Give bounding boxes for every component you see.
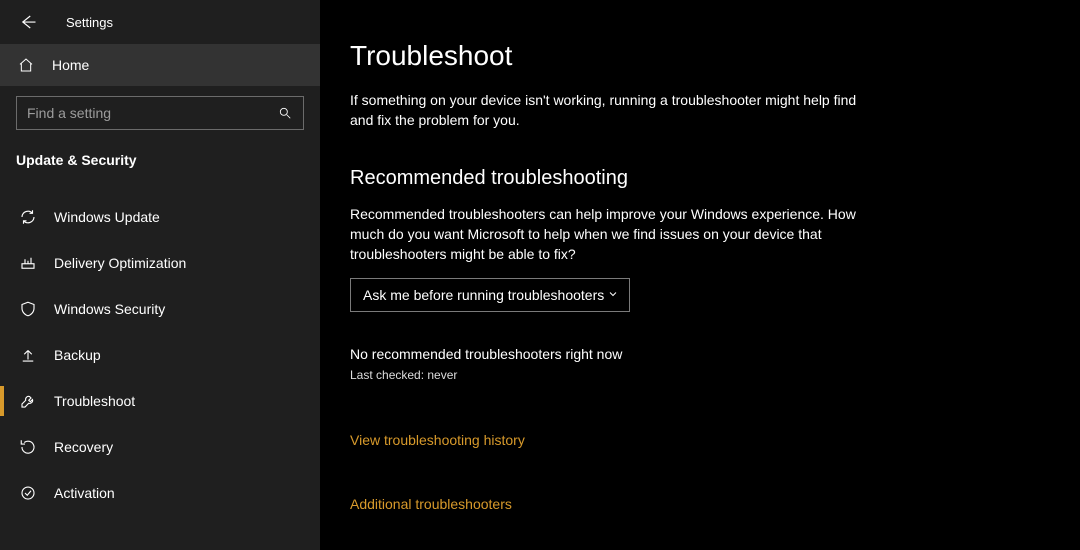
nav-recovery[interactable]: Recovery bbox=[0, 424, 320, 470]
home-label: Home bbox=[52, 57, 89, 73]
sidebar: Settings Home Update & Security Windows … bbox=[0, 0, 320, 550]
nav-label: Windows Security bbox=[54, 301, 165, 317]
nav-label: Windows Update bbox=[54, 209, 160, 225]
search-box[interactable] bbox=[16, 96, 304, 130]
recovery-icon bbox=[18, 438, 38, 456]
wrench-icon bbox=[18, 392, 38, 410]
back-button[interactable] bbox=[18, 12, 38, 32]
nav-label: Recovery bbox=[54, 439, 113, 455]
arrow-left-icon bbox=[19, 13, 37, 31]
nav-delivery-optimization[interactable]: Delivery Optimization bbox=[0, 240, 320, 286]
delivery-icon bbox=[18, 254, 38, 272]
sync-icon bbox=[18, 208, 38, 226]
page-intro: If something on your device isn't workin… bbox=[350, 90, 870, 131]
titlebar: Settings bbox=[0, 0, 320, 44]
nav-windows-security[interactable]: Windows Security bbox=[0, 286, 320, 332]
nav-backup[interactable]: Backup bbox=[0, 332, 320, 378]
nav-windows-update[interactable]: Windows Update bbox=[0, 194, 320, 240]
section-description: Recommended troubleshooters can help imp… bbox=[350, 204, 870, 265]
app-title: Settings bbox=[66, 15, 113, 30]
nav-activation[interactable]: Activation bbox=[0, 470, 320, 516]
link-view-history[interactable]: View troubleshooting history bbox=[350, 432, 1080, 448]
section-heading: Recommended troubleshooting bbox=[350, 167, 1080, 190]
nav-label: Backup bbox=[54, 347, 101, 363]
shield-icon bbox=[18, 300, 38, 318]
last-checked-text: Last checked: never bbox=[350, 368, 1080, 382]
link-additional-troubleshooters[interactable]: Additional troubleshooters bbox=[350, 496, 1080, 512]
chevron-down-icon bbox=[607, 287, 619, 303]
nav-label: Activation bbox=[54, 485, 115, 501]
nav-list: Windows Update Delivery Optimization Win… bbox=[0, 194, 320, 516]
home-icon bbox=[18, 57, 36, 73]
select-value: Ask me before running troubleshooters bbox=[363, 287, 604, 303]
troubleshoot-preference-select[interactable]: Ask me before running troubleshooters bbox=[350, 278, 630, 312]
home-button[interactable]: Home bbox=[0, 44, 320, 86]
search-container bbox=[0, 86, 320, 134]
nav-troubleshoot[interactable]: Troubleshoot bbox=[0, 378, 320, 424]
activation-icon bbox=[18, 484, 38, 502]
search-icon bbox=[277, 106, 293, 120]
nav-label: Troubleshoot bbox=[54, 393, 135, 409]
status-text: No recommended troubleshooters right now bbox=[350, 346, 1080, 362]
search-input[interactable] bbox=[27, 105, 277, 121]
page-title: Troubleshoot bbox=[350, 40, 1080, 72]
category-header: Update & Security bbox=[0, 134, 320, 176]
main-content: Troubleshoot If something on your device… bbox=[320, 0, 1080, 550]
backup-icon bbox=[18, 346, 38, 364]
nav-label: Delivery Optimization bbox=[54, 255, 186, 271]
